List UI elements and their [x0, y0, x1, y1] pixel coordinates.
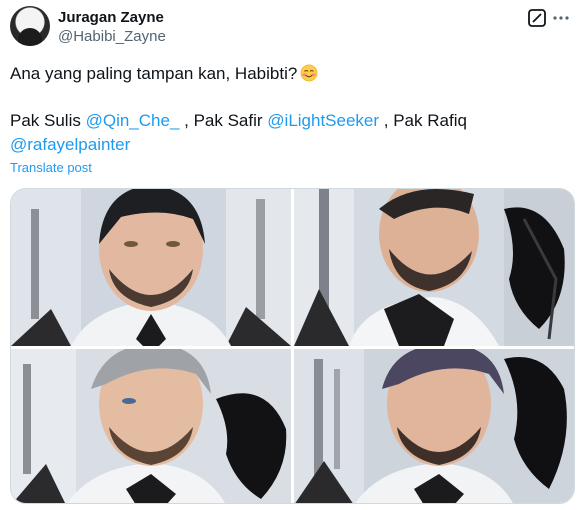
translate-post-link[interactable]: Translate post: [10, 160, 92, 175]
photo-2[interactable]: [294, 189, 574, 346]
tweet-text-line-1: Ana yang paling tampan kan, Habibti?: [10, 62, 571, 86]
tweet-header: Juragan Zayne @Habibi_Zayne: [10, 6, 571, 50]
tweet-text-line-3: Pak Sulis @Qin_Che_ , Pak Safir @iLightS…: [10, 109, 571, 133]
credit-prefix-2: , Pak Safir: [179, 111, 268, 130]
tweet-text-line-4: @rafayelpainter: [10, 133, 571, 157]
photo-4[interactable]: [294, 349, 574, 503]
avatar[interactable]: [10, 6, 50, 46]
photo-1[interactable]: [11, 189, 291, 346]
mention-link[interactable]: @Qin_Che_: [86, 111, 180, 130]
more-options-icon[interactable]: [551, 8, 571, 28]
smiling-face-with-blush-emoji: [300, 64, 318, 82]
grok-icon[interactable]: [527, 8, 547, 28]
credit-prefix-3: , Pak Rafiq: [379, 111, 467, 130]
photo-3[interactable]: [11, 349, 291, 503]
mention-link[interactable]: @iLightSeeker: [267, 111, 379, 130]
author-handle[interactable]: @Habibi_Zayne: [58, 28, 166, 45]
tweet-text: Ana yang paling tampan kan, Habibti? Pak…: [10, 62, 571, 157]
tweet-text-main: Ana yang paling tampan kan, Habibti?: [10, 64, 298, 83]
media-grid: [10, 188, 575, 504]
credit-prefix-1: Pak Sulis: [10, 111, 86, 130]
mention-link[interactable]: @rafayelpainter: [10, 135, 130, 154]
author-name[interactable]: Juragan Zayne: [58, 9, 164, 26]
